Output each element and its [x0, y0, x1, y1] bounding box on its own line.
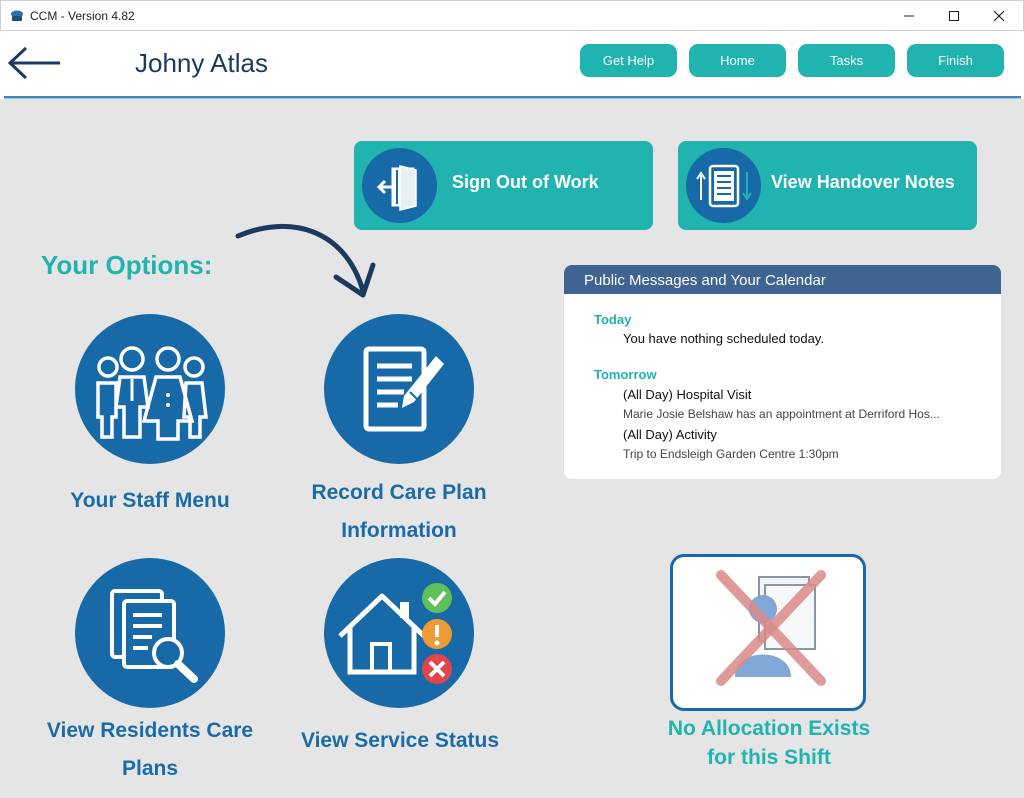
- staff-menu-tile[interactable]: [75, 314, 225, 464]
- calendar-header: Public Messages and Your Calendar: [564, 265, 1001, 294]
- record-care-plan-label[interactable]: Record Care Plan Information: [290, 474, 508, 550]
- event-title[interactable]: (All Day) Hospital Visit: [623, 387, 751, 402]
- residents-care-plans-label-line1: View Residents Care: [46, 719, 254, 742]
- service-status-label-line: View Service Status: [300, 729, 500, 752]
- event-title[interactable]: (All Day) Activity: [623, 427, 717, 442]
- window-titlebar: CCM - Version 4.82: [0, 0, 1024, 31]
- curved-arrow-icon: [235, 223, 376, 298]
- get-help-button[interactable]: Get Help: [580, 44, 677, 77]
- no-allocation-text: No Allocation Exists for this Shift: [640, 714, 898, 772]
- care-plan-edit-icon: [363, 346, 444, 432]
- handover-notes-icon: [686, 148, 761, 223]
- tasks-button[interactable]: Tasks: [798, 44, 895, 77]
- no-allocation-box: [670, 554, 866, 711]
- record-care-plan-tile[interactable]: [324, 314, 474, 464]
- record-care-plan-label-line2: Information: [341, 519, 457, 542]
- app-icon: [11, 10, 23, 21]
- residents-care-plans-label-line2: Plans: [121, 757, 179, 780]
- main-area: Sign Out of Work View Handover Notes You…: [0, 99, 1024, 798]
- today-text: You have nothing scheduled today.: [623, 331, 824, 346]
- options-title: Your Options:: [41, 250, 213, 280]
- event-detail: Marie Josie Belshaw has an appointment a…: [623, 407, 940, 421]
- record-care-plan-label-line1: Record Care Plan: [311, 481, 487, 504]
- event-detail: Trip to Endsleigh Garden Centre 1:30pm: [623, 447, 839, 461]
- window-title: CCM - Version 4.82: [30, 9, 135, 23]
- staff-menu-label-line: Your Staff Menu: [70, 489, 230, 512]
- home-button[interactable]: Home: [689, 44, 786, 77]
- app-header: Johny Atlas Get Help Home Tasks Finish: [0, 31, 1024, 98]
- tomorrow-label: Tomorrow: [594, 367, 657, 382]
- finish-button[interactable]: Finish: [907, 44, 1004, 77]
- back-arrow-icon[interactable]: [6, 45, 62, 81]
- service-status-house-icon: [338, 583, 452, 684]
- door-exit-icon: [362, 148, 437, 223]
- no-allocation-line1: No Allocation Exists: [667, 717, 871, 740]
- sign-out-label: Sign Out of Work: [452, 172, 599, 192]
- staff-menu-label[interactable]: Your Staff Menu: [40, 482, 260, 520]
- residents-care-plans-label[interactable]: View Residents Care Plans: [25, 712, 275, 788]
- staff-group-icon: [96, 346, 208, 441]
- maximize-icon[interactable]: [931, 1, 977, 31]
- user-name: Johny Atlas: [135, 48, 268, 78]
- minimize-icon[interactable]: [886, 1, 932, 31]
- documents-search-icon: [110, 589, 198, 683]
- no-allocation-icon: [716, 570, 826, 686]
- service-status-label[interactable]: View Service Status: [280, 722, 520, 760]
- sign-out-button[interactable]: Sign Out of Work: [354, 141, 653, 230]
- no-allocation-line2: for this Shift: [707, 746, 831, 769]
- today-label: Today: [594, 312, 632, 327]
- calendar-panel: Public Messages and Your Calendar Today …: [564, 265, 1001, 479]
- service-status-tile[interactable]: [324, 558, 474, 708]
- residents-care-plans-tile[interactable]: [75, 558, 225, 708]
- close-icon[interactable]: [976, 1, 1022, 31]
- handover-label: View Handover Notes: [771, 172, 955, 192]
- view-handover-notes-button[interactable]: View Handover Notes: [678, 141, 977, 230]
